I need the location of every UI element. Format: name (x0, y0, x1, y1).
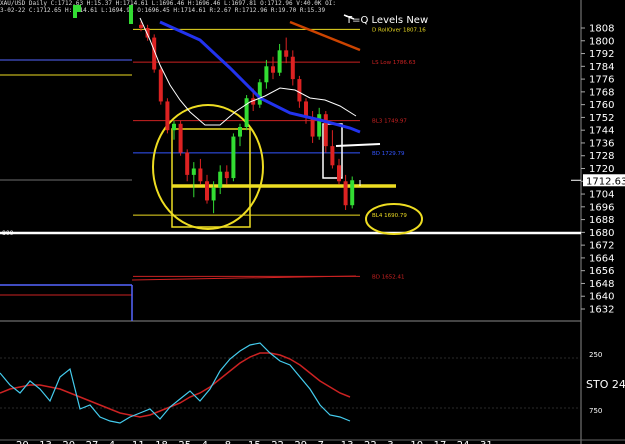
time-tick-label: 27 (86, 440, 99, 444)
time-tick-label: 11 (132, 440, 145, 444)
candle (77, 5, 81, 12)
candle (158, 69, 163, 102)
time-tick-label: 29 (294, 440, 307, 444)
time-tick-label: 4 (109, 440, 115, 444)
candle (224, 171, 229, 179)
candle (198, 168, 203, 182)
left-value-label: 800 (2, 230, 14, 237)
price-tick-label: 1752 (589, 113, 614, 124)
candle (330, 146, 335, 166)
time-tick-label: 17 (434, 440, 447, 444)
candle (277, 50, 282, 73)
time-tick-label: 8 (225, 440, 231, 444)
candle (271, 66, 275, 73)
candle (257, 82, 262, 105)
price-tick-label: 1800 (589, 36, 614, 47)
price-tick-label: 1784 (589, 62, 614, 73)
price-tick-label: 1664 (589, 253, 614, 264)
price-tick-label: 1696 (589, 202, 614, 213)
candle (297, 79, 302, 102)
level-label: D RollOver 1807.16 (372, 27, 426, 33)
price-tick-label: 1728 (589, 151, 614, 162)
time-tick-label: 24 (457, 440, 470, 444)
sto-k-line (0, 342, 351, 424)
candle (238, 126, 242, 137)
time-tick-label: 20 (62, 440, 75, 444)
time-tick-label: 20 (16, 440, 29, 444)
candle (317, 114, 322, 137)
sto-d-line (0, 352, 351, 418)
candle (350, 180, 355, 206)
candle (205, 181, 209, 201)
price-tick-label: 1760 (589, 100, 614, 111)
time-tick-label: 15 (248, 440, 261, 444)
time-tick-label: 25 (178, 440, 191, 444)
candle (129, 5, 133, 24)
price-tick-label: 1648 (589, 279, 614, 290)
sto-label: STO 24, (586, 378, 625, 391)
candle (165, 101, 170, 131)
candle (185, 152, 190, 175)
candle (191, 168, 196, 175)
candle (218, 171, 223, 188)
time-tick-label: 7 (318, 440, 324, 444)
level-label: LS Low 1786.63 (372, 60, 416, 66)
time-tick-label: 3 (387, 440, 393, 444)
price-tick-label: 1808 (589, 24, 614, 35)
candle (290, 56, 295, 80)
level-label: BL4 1690.79 (372, 213, 407, 219)
time-tick-label: 4 (202, 440, 208, 444)
price-tick-label: 1768 (589, 87, 614, 98)
candle (139, 24, 143, 28)
candle (244, 98, 249, 127)
candle (231, 136, 236, 179)
time-tick-label: 13 (39, 440, 52, 444)
time-tick-label: 13 (341, 440, 354, 444)
level-label: BD 1729.79 (372, 151, 405, 157)
time-tick-label: 10 (410, 440, 423, 444)
candle (172, 123, 176, 131)
candle (264, 66, 269, 83)
price-tick-label: 1680 (589, 228, 614, 239)
title-arrow (343, 14, 355, 20)
time-tick-label: 22 (271, 440, 284, 444)
price-tick-label: 1672 (589, 241, 614, 252)
candle (343, 181, 348, 206)
price-tick-label: 1720 (589, 164, 614, 175)
candle (337, 165, 341, 182)
candle (73, 5, 77, 18)
sto-tick-lower: 750 (589, 407, 602, 415)
price-tick-label: 1736 (589, 138, 614, 149)
price-tick-label: 1656 (589, 266, 614, 277)
candle (178, 123, 183, 153)
price-chart[interactable]: 1808180017921784177617681760175217441736… (0, 0, 625, 444)
price-tick-label: 1640 (589, 292, 614, 303)
price-tick-label: 1744 (589, 126, 614, 137)
sto-tick-upper: 250 (589, 351, 602, 359)
price-tick-label: 1776 (589, 75, 614, 86)
current-price-label: 1712.63 (586, 176, 625, 187)
time-tick-label: 18 (155, 440, 168, 444)
time-tick-label: 31 (480, 440, 493, 444)
candle (211, 187, 216, 201)
level-label: BL3 1749.97 (372, 119, 407, 125)
yellow-box (171, 128, 251, 228)
price-tick-label: 1632 (589, 305, 614, 316)
price-tick-label: 1688 (589, 215, 614, 226)
level-label: BD 1652.41 (372, 274, 405, 280)
candle (284, 50, 289, 57)
ma-orange-line (289, 20, 361, 52)
price-tick-label: 1704 (589, 190, 614, 201)
candle (323, 114, 328, 147)
time-tick-label: 22 (364, 440, 377, 444)
candle (310, 117, 315, 137)
price-tick-label: 1792 (589, 49, 614, 60)
